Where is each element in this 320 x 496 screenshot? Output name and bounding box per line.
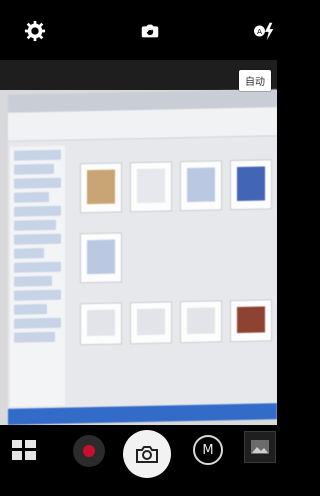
camera-viewfinder[interactable]	[0, 60, 277, 425]
gallery-icon	[251, 440, 269, 454]
top-bar: A	[0, 0, 277, 60]
camera-icon	[136, 446, 158, 463]
preview-image	[8, 89, 277, 425]
auto-mode-badge[interactable]: 自动	[239, 70, 271, 91]
gear-icon[interactable]	[24, 20, 46, 42]
record-button[interactable]	[73, 435, 105, 467]
manual-mode-button[interactable]: M	[193, 435, 223, 465]
flash-auto-icon[interactable]: A	[252, 20, 278, 42]
switch-camera-icon[interactable]	[138, 20, 162, 42]
preview-ribbon	[8, 107, 277, 142]
preview-taskbar	[8, 403, 277, 425]
preview-file-grid	[70, 149, 277, 408]
gallery-button[interactable]	[244, 431, 276, 463]
svg-text:A: A	[257, 27, 262, 36]
bottom-bar: M	[0, 425, 277, 496]
shutter-button[interactable]	[123, 430, 171, 478]
record-icon	[83, 445, 95, 457]
grid-icon[interactable]	[12, 440, 36, 460]
preview-nav-pane	[10, 145, 65, 407]
